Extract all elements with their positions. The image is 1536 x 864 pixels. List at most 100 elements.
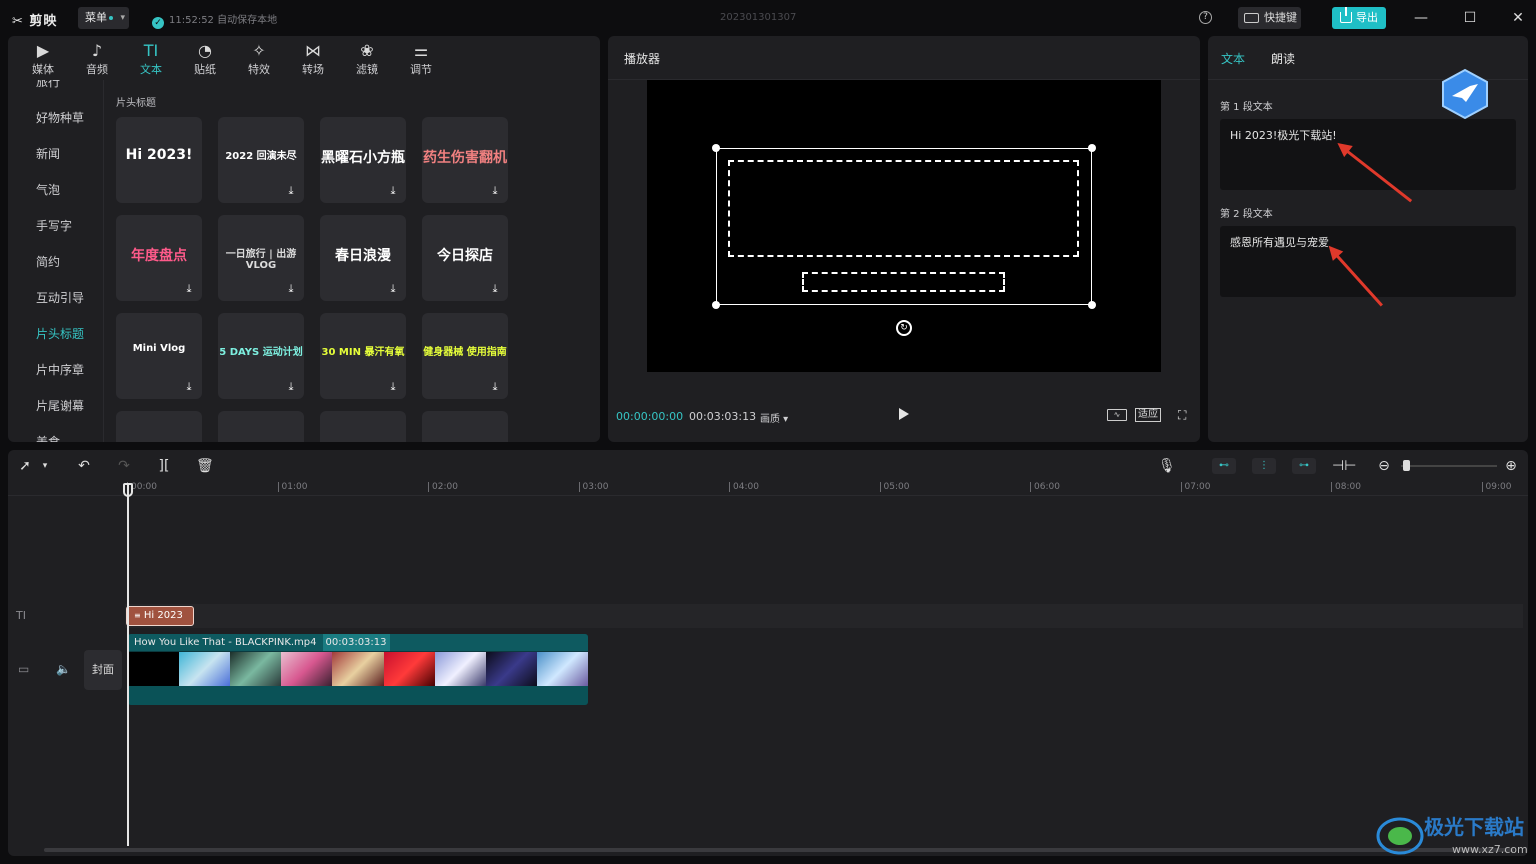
redo-icon[interactable]: ↷ xyxy=(116,458,132,474)
download-icon[interactable]: ⤓ xyxy=(284,282,298,296)
cover-button[interactable]: 封面 xyxy=(84,650,122,690)
microphone-icon[interactable]: 🎙 xyxy=(1158,458,1176,474)
rotate-icon[interactable]: ↻ xyxy=(896,320,912,336)
select-cursor-icon[interactable]: ➚ xyxy=(18,458,32,474)
template-tile[interactable] xyxy=(422,411,508,442)
category-item[interactable]: 片中序章 xyxy=(36,361,84,378)
tab-filter[interactable]: ❀ 滤镜 xyxy=(340,36,394,80)
resize-handle[interactable] xyxy=(1088,301,1096,309)
download-icon[interactable]: ⤓ xyxy=(284,380,298,394)
shortcut-button[interactable]: 快捷键 xyxy=(1238,7,1301,29)
category-item[interactable]: 简约 xyxy=(36,253,60,270)
menu-button[interactable]: 菜单 ▾ xyxy=(78,7,129,29)
split-screen-icon[interactable]: ⊣⊢ xyxy=(1332,458,1356,474)
chevron-down-icon[interactable]: ▾ xyxy=(40,458,50,474)
close-icon[interactable]: ✕ xyxy=(1508,8,1528,28)
download-icon[interactable]: ⤓ xyxy=(386,184,400,198)
category-item[interactable]: 旅行 xyxy=(36,80,60,90)
section-2-text-input[interactable]: 感恩所有遇见与宠爱 xyxy=(1220,226,1516,297)
text-clip[interactable]: ≡ Hi 2023 xyxy=(126,606,194,626)
template-tile[interactable]: 健身器械 使用指南 ⤓ xyxy=(422,313,508,399)
template-tile[interactable]: 5 DAYS 运动计划 ⤓ xyxy=(218,313,304,399)
delete-icon[interactable]: 🗑 xyxy=(196,458,214,474)
download-icon[interactable]: ⤓ xyxy=(182,282,196,296)
zoom-in-icon[interactable]: ⊕ xyxy=(1503,458,1519,474)
video-clip[interactable]: How You Like That - BLACKPINK.mp4 00:03:0… xyxy=(128,634,588,705)
download-icon[interactable]: ⤓ xyxy=(488,184,502,198)
download-icon[interactable]: ⤓ xyxy=(488,380,502,394)
template-tile[interactable]: 30 MIN 暴汗有氧 ⤓ xyxy=(320,313,406,399)
fullscreen-icon[interactable]: ⛶ xyxy=(1178,408,1192,422)
category-item[interactable]: 新闻 xyxy=(36,145,60,162)
magnet-icon[interactable]: ⊷ xyxy=(1212,458,1236,474)
tab-adjust[interactable]: ⚌ 调节 xyxy=(394,36,448,80)
category-item[interactable]: 互动引导 xyxy=(36,289,84,306)
subtext-placeholder-box[interactable] xyxy=(802,272,1005,292)
zoom-out-icon[interactable]: ⊖ xyxy=(1376,458,1392,474)
timeline-scrollbar[interactable] xyxy=(44,848,1514,852)
video-preview[interactable]: ↻ xyxy=(647,80,1161,372)
download-icon[interactable]: ⤓ xyxy=(488,282,502,296)
fit-button[interactable]: 适应 xyxy=(1135,408,1161,422)
undo-icon[interactable]: ↶ xyxy=(76,458,92,474)
download-icon[interactable]: ⤓ xyxy=(386,282,400,296)
resize-handle[interactable] xyxy=(712,144,720,152)
tab-text[interactable]: TI 文本 xyxy=(124,36,178,80)
template-tile[interactable] xyxy=(320,411,406,442)
template-tile[interactable]: 年度盘点 ⤓ xyxy=(116,215,202,301)
template-tile[interactable] xyxy=(218,411,304,442)
template-tile[interactable] xyxy=(116,411,202,442)
download-icon[interactable] xyxy=(182,184,196,198)
category-item[interactable]: 好物种草 xyxy=(36,109,84,126)
template-tile[interactable]: Mini Vlog ⤓ xyxy=(116,313,202,399)
effects-icon: ✧ xyxy=(252,41,266,60)
time-ruler[interactable]: 00:00 01:00 02:00 03:00 04:00 05:00 06:00 07:00… xyxy=(8,482,1528,496)
template-tile[interactable]: 黑曜石小方瓶 ⤓ xyxy=(320,117,406,203)
playhead[interactable] xyxy=(127,484,129,846)
preview-axis-icon[interactable]: ⊶ xyxy=(1292,458,1316,474)
help-icon[interactable]: ? xyxy=(1199,11,1212,24)
template-tile[interactable]: Hi 2023! xyxy=(116,117,202,203)
play-icon[interactable] xyxy=(899,408,909,420)
template-tile[interactable]: 春日浪漫 ⤓ xyxy=(320,215,406,301)
template-tile[interactable]: 2022 回演未尽 ⤓ xyxy=(218,117,304,203)
export-button[interactable]: 导出 xyxy=(1332,7,1386,29)
download-icon[interactable]: ⤓ xyxy=(182,380,196,394)
media-tabs: ▶ 媒体 ♪ 音频 TI 文本 ◔ 贴纸 ✧ 特效 ⋈ 转场 ❀ 滤镜 ⚌ 调节 xyxy=(8,36,600,80)
text-placeholder-box[interactable] xyxy=(728,160,1079,257)
template-tile[interactable]: 今日探店 ⤓ xyxy=(422,215,508,301)
category-item[interactable]: 片尾谢幕 xyxy=(36,397,84,414)
tab-transition[interactable]: ⋈ 转场 xyxy=(286,36,340,80)
tab-text-edit[interactable]: 文本 xyxy=(1221,50,1245,67)
waveform-icon[interactable]: ∿ xyxy=(1107,409,1127,421)
quality-dropdown[interactable]: 画质 ▾ xyxy=(760,410,788,425)
zoom-slider[interactable] xyxy=(1401,465,1497,467)
template-title: 年度盘点 xyxy=(131,248,187,264)
category-item[interactable]: 美食 xyxy=(36,433,60,442)
mute-icon[interactable]: 🔈 xyxy=(56,662,71,676)
maximize-icon[interactable]: ☐ xyxy=(1460,8,1480,28)
download-icon[interactable]: ⤓ xyxy=(284,184,298,198)
split-icon[interactable]: ][ xyxy=(156,458,172,474)
tab-audio[interactable]: ♪ 音频 xyxy=(70,36,124,80)
zoom-slider-thumb[interactable] xyxy=(1403,460,1410,471)
download-icon[interactable]: ⤓ xyxy=(386,380,400,394)
tab-sticker[interactable]: ◔ 贴纸 xyxy=(178,36,232,80)
category-item[interactable]: 手写字 xyxy=(36,217,72,234)
tab-media[interactable]: ▶ 媒体 xyxy=(16,36,70,80)
timeline-panel: ➚ ▾ ↶ ↷ ][ 🗑 🎙 ⊷ ⋮ ⊶ ⊣⊢ ⊖ ⊕ 00:00 01:00 02… xyxy=(8,450,1528,856)
template-tile[interactable]: 一日旅行 | 出游VLOG ⤓ xyxy=(218,215,304,301)
audio-icon: ♪ xyxy=(91,41,103,60)
section-1-text-input[interactable]: Hi 2023!极光下载站! xyxy=(1220,119,1516,190)
minimize-icon[interactable]: — xyxy=(1411,8,1431,28)
template-tile[interactable]: 药生伤害翻机 ⤓ xyxy=(422,117,508,203)
svg-text:www.xz7.com: www.xz7.com xyxy=(1452,843,1528,856)
resize-handle[interactable] xyxy=(712,301,720,309)
ruler-tick: 03:00 xyxy=(578,482,608,492)
category-item[interactable]: 气泡 xyxy=(36,181,60,198)
linkage-icon[interactable]: ⋮ xyxy=(1252,458,1276,474)
tab-effects[interactable]: ✧ 特效 xyxy=(232,36,286,80)
resize-handle[interactable] xyxy=(1088,144,1096,152)
category-item-active[interactable]: 片头标题 xyxy=(36,325,84,342)
tab-read-aloud[interactable]: 朗读 xyxy=(1271,50,1295,67)
